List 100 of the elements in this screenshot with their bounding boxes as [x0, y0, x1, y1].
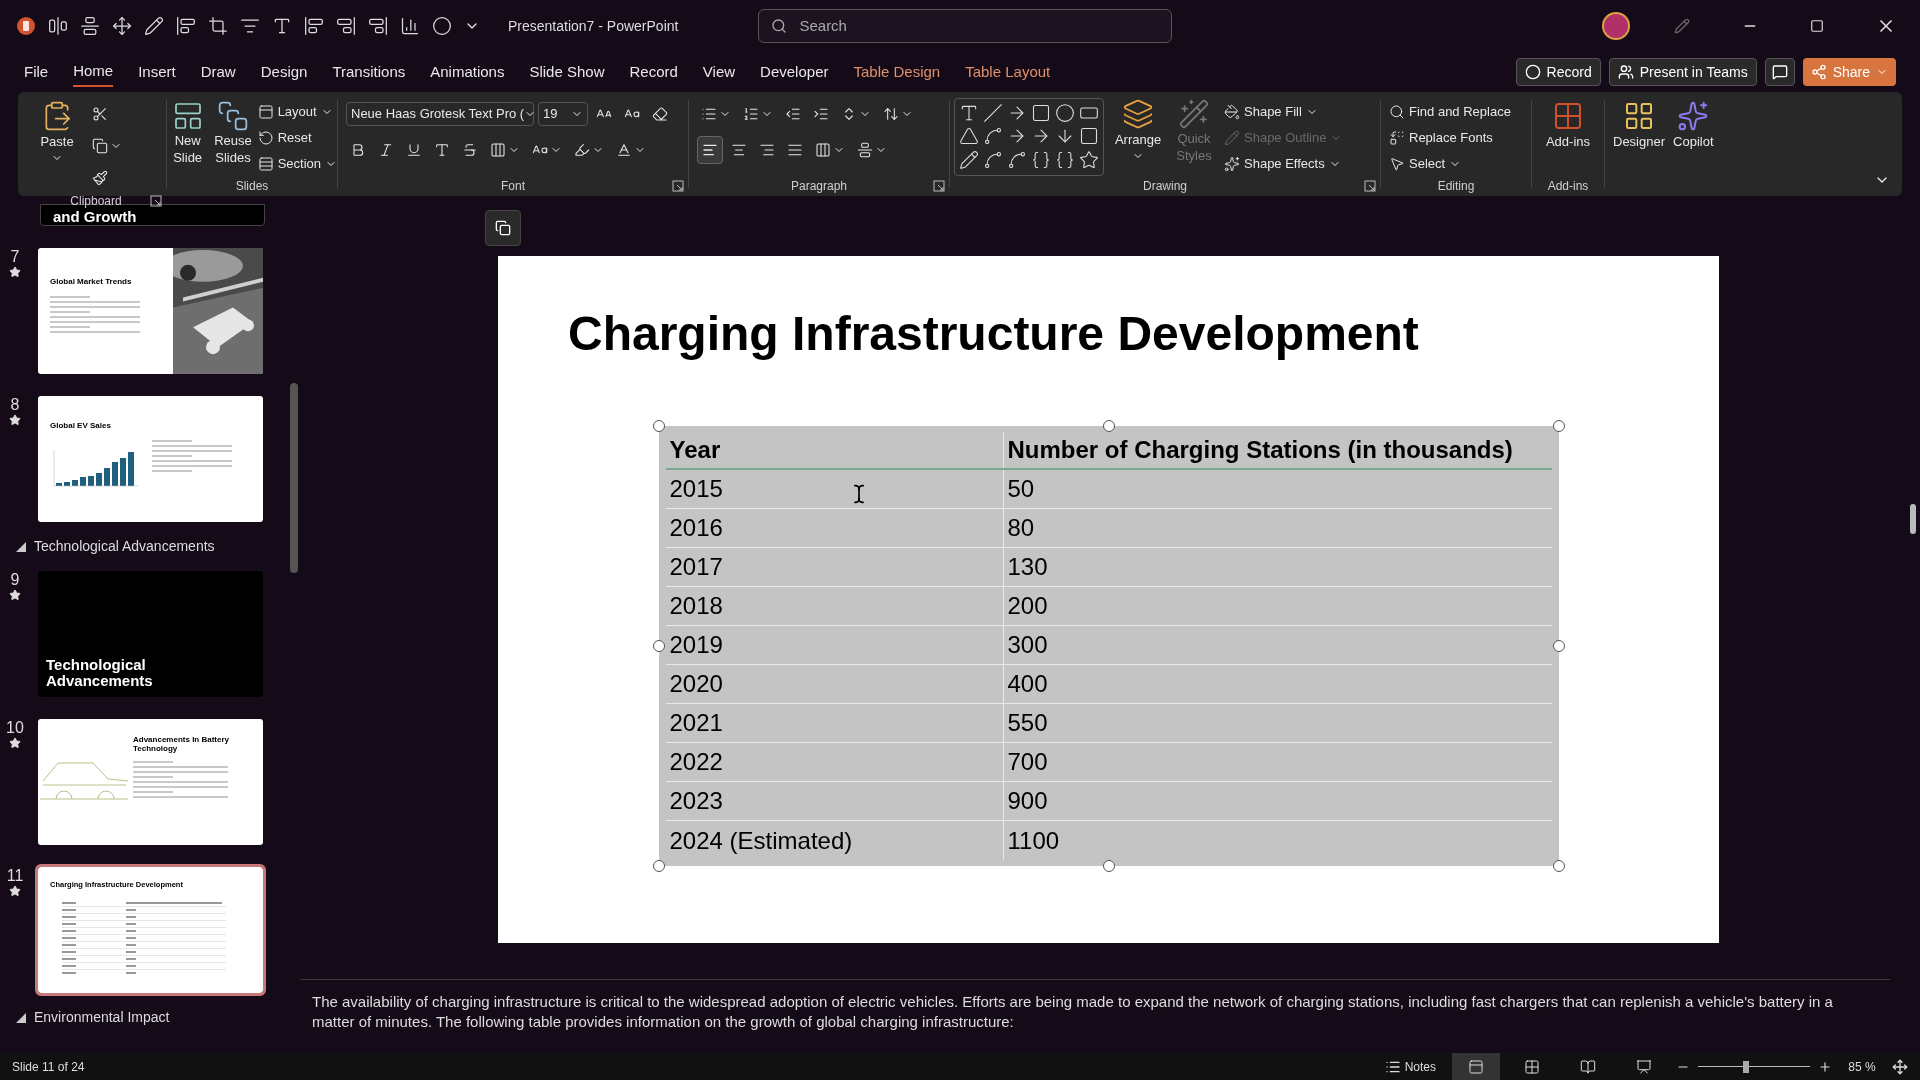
editing-command-button[interactable]: Find and Replace	[1389, 100, 1531, 124]
menu-tab[interactable]: Record	[629, 57, 678, 87]
menu-tab[interactable]: Table Design	[853, 57, 941, 87]
menu-tab[interactable]: Home	[73, 57, 114, 87]
table-cell: 2019	[665, 626, 1004, 664]
new-slide-button[interactable]: New Slide	[167, 100, 209, 176]
shape-icon[interactable]	[959, 103, 979, 123]
font-size-field[interactable]: 19	[538, 102, 588, 126]
slide-command-button[interactable]: Layout	[257, 100, 337, 124]
section-header[interactable]: Technological Advancements	[34, 536, 215, 557]
copy-icon	[495, 220, 511, 236]
menu-tab[interactable]: Developer	[760, 57, 829, 87]
paste-button[interactable]: Paste	[34, 100, 80, 192]
menu-tab[interactable]: File	[24, 57, 49, 87]
designer-button[interactable]: Designer	[1613, 100, 1666, 156]
editing-command-button[interactable]: Select	[1389, 152, 1531, 176]
section-header[interactable]: Environmental Impact	[34, 1007, 170, 1028]
slide-thumbnail[interactable]: Advancements In Battery Technology	[38, 719, 263, 845]
numbered-list-icon	[743, 106, 759, 122]
animation-star-icon	[9, 266, 21, 278]
slide-thumbnail[interactable]: Global Market Trends	[38, 248, 263, 374]
menu-tab[interactable]: Draw	[200, 57, 236, 87]
menu-tab[interactable]: Transitions	[332, 57, 406, 87]
notes-button[interactable]: Notes	[1376, 1057, 1444, 1076]
quick-access-icon[interactable]	[400, 16, 420, 36]
menu-tab[interactable]: View	[702, 57, 736, 87]
zoom-in-icon[interactable]	[1818, 1059, 1832, 1074]
quick-access-icon[interactable]	[304, 16, 324, 36]
resize-handle[interactable]	[652, 420, 665, 432]
shapes-gallery[interactable]	[954, 98, 1104, 176]
resize-handle[interactable]	[652, 860, 665, 872]
shape-icon[interactable]	[983, 149, 1003, 170]
menu-tab[interactable]: Insert	[138, 57, 176, 87]
table[interactable]: Year Number of Charging Stations (in thousands) 2015 50 2016 80 2017 130 2018 200 2019 300 2020 400 2021 550 2022 700 2023 900 2024 (Estimated) 1100	[658, 426, 1559, 866]
dialog-launcher-icon[interactable]	[150, 195, 162, 207]
shape-icon[interactable]	[1031, 103, 1051, 123]
resize-handle[interactable]	[652, 640, 665, 652]
app-logo-icon[interactable]	[16, 16, 36, 36]
quick-access-icon[interactable]	[208, 16, 228, 36]
shape-icon[interactable]	[983, 126, 1003, 147]
shape-icon[interactable]	[983, 103, 1003, 123]
slide-command-button[interactable]: Section	[257, 152, 337, 176]
dialog-launcher-icon[interactable]	[933, 180, 945, 192]
designer-float-button[interactable]	[485, 210, 521, 246]
comments-button[interactable]	[1764, 58, 1795, 86]
slide-count: Slide 11 of 24	[12, 1058, 85, 1076]
thumbnail-title: Technological Advancements	[46, 657, 154, 689]
teams-button[interactable]: Present in Teams	[1608, 58, 1757, 86]
shape-icon[interactable]	[1079, 126, 1099, 147]
menu-tab[interactable]: Animations	[430, 57, 505, 87]
shape-icon[interactable]	[1007, 149, 1027, 170]
zoom-slider[interactable]	[1698, 1059, 1810, 1074]
menu-tab[interactable]: Slide Show	[529, 57, 605, 87]
quick-access-icon[interactable]	[176, 16, 196, 36]
quick-access-icon[interactable]	[368, 16, 388, 36]
menu-tab[interactable]: Design	[260, 57, 308, 87]
fit-to-window-icon[interactable]	[1892, 1058, 1908, 1075]
zoom-level[interactable]: 85 %	[1840, 1057, 1884, 1076]
table-cell: 2022	[665, 743, 1004, 781]
dialog-launcher-icon[interactable]	[672, 180, 684, 192]
shape-icon[interactable]	[959, 126, 979, 147]
collapse-triangle-icon[interactable]	[16, 1012, 26, 1023]
search-field[interactable]: Search	[758, 9, 1173, 43]
copilot-button[interactable]: Copilot	[1673, 100, 1714, 156]
shape-icon[interactable]	[1055, 103, 1075, 123]
pen-icon[interactable]	[1674, 18, 1690, 34]
arrange-button[interactable]: Arrange	[1112, 98, 1164, 176]
editing-command-button[interactable]: Replace Fonts	[1389, 126, 1531, 150]
add-ins-button[interactable]: Add-ins	[1532, 92, 1604, 152]
thumbnail-title: and Growth	[53, 209, 137, 225]
quick-access-icon[interactable]	[336, 16, 356, 36]
quick-access-icon[interactable]	[48, 16, 68, 36]
book-icon	[1580, 1058, 1596, 1075]
quick-access-icon[interactable]	[272, 16, 292, 36]
shape-command-button[interactable]: Shape Fill	[1224, 100, 1343, 124]
dialog-launcher-icon[interactable]	[1364, 180, 1376, 192]
bold-icon	[350, 142, 366, 158]
shape-icon[interactable]	[959, 149, 979, 170]
align-left-button[interactable]	[697, 136, 723, 164]
slide-thumbnail[interactable]: Technological Advancements	[38, 571, 263, 697]
shape-icon[interactable]	[1079, 149, 1099, 170]
shape-icon[interactable]	[1055, 149, 1075, 170]
menu-tab[interactable]: Table Layout	[965, 57, 1051, 87]
restore-icon[interactable]	[1810, 19, 1824, 33]
reuse-slides-button[interactable]: Reuse Slides	[212, 100, 254, 176]
quick-access-icon[interactable]	[112, 16, 132, 36]
quick-access-icon[interactable]	[144, 16, 164, 36]
collapse-triangle-icon[interactable]	[16, 541, 26, 552]
font-name-field[interactable]: Neue Haas Grotesk Text Pro (	[346, 102, 534, 126]
quick-access-icon[interactable]	[432, 16, 452, 36]
slide-thumbnail[interactable]: Global EV Sales	[38, 396, 263, 522]
record-button[interactable]: Record	[1515, 58, 1601, 86]
shape-command-button[interactable]: Shape Effects	[1224, 152, 1343, 176]
slide-command-button[interactable]: Reset	[257, 126, 337, 150]
shape-icon[interactable]	[1031, 149, 1051, 170]
view-button[interactable]	[1452, 1053, 1500, 1080]
quick-access-icon[interactable]	[80, 16, 100, 36]
avatar[interactable]	[1602, 12, 1630, 40]
stacked-squares-icon	[216, 100, 249, 132]
pencil-icon	[1224, 130, 1240, 146]
